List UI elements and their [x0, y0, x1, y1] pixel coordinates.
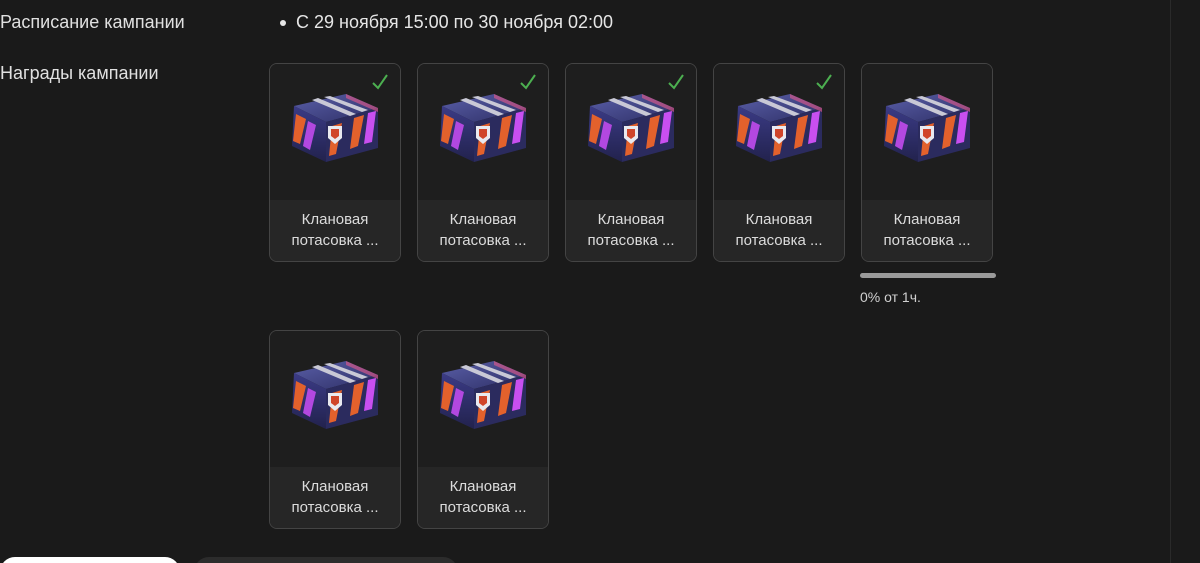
reward-subtitle: потасовка ...	[883, 232, 971, 249]
progress-bar	[860, 273, 996, 278]
campaign-page: Расписание кампании С 29 ноября 15:00 по…	[0, 0, 1200, 563]
bullet-icon	[280, 19, 286, 26]
schedule-label: Расписание кампании	[0, 12, 185, 32]
reward-title: Клановая	[449, 211, 517, 228]
reward-card[interactable]: Клановая потасовка ...	[417, 330, 549, 529]
reward-progress: 0% от 1ч.	[860, 273, 996, 305]
reward-card[interactable]: Клановая потасовка ...	[713, 63, 845, 262]
reward-subtitle: потасовка ...	[439, 499, 527, 516]
reward-subtitle: потасовка ...	[587, 232, 675, 249]
reward-card[interactable]: Клановая потасовка ...	[417, 63, 549, 262]
reward-subtitle: потасовка ...	[439, 232, 527, 249]
rewards-label: Награды кампании	[0, 63, 159, 83]
reward-caption: Клановая потасовка ...	[418, 467, 548, 528]
check-icon	[668, 74, 684, 90]
reward-title: Клановая	[301, 211, 369, 228]
secondary-action-button[interactable]	[194, 557, 458, 563]
reward-caption: Клановая потасовка ...	[862, 200, 992, 261]
primary-action-button[interactable]	[0, 557, 180, 563]
check-icon	[816, 74, 832, 90]
reward-card[interactable]: Клановая потасовка ...	[861, 63, 993, 262]
reward-caption: Клановая потасовка ...	[418, 200, 548, 261]
reward-chest-image	[270, 331, 400, 467]
check-icon	[520, 74, 536, 90]
reward-card[interactable]: Клановая потасовка ...	[565, 63, 697, 262]
reward-chest-image	[418, 331, 548, 467]
reward-card[interactable]: Клановая потасовка ...	[269, 63, 401, 262]
schedule-value: С 29 ноября 15:00 по 30 ноября 02:00	[296, 12, 614, 32]
reward-caption: Клановая потасовка ...	[714, 200, 844, 261]
reward-caption: Клановая потасовка ...	[270, 467, 400, 528]
reward-title: Клановая	[745, 211, 813, 228]
reward-title: Клановая	[597, 211, 665, 228]
reward-subtitle: потасовка ...	[735, 232, 823, 249]
scrollbar-divider	[1170, 0, 1171, 563]
reward-title: Клановая	[893, 211, 961, 228]
reward-subtitle: потасовка ...	[291, 499, 379, 516]
reward-title: Клановая	[301, 478, 369, 495]
check-icon	[372, 74, 388, 90]
reward-card[interactable]: Клановая потасовка ...	[269, 330, 401, 529]
reward-title: Клановая	[449, 478, 517, 495]
reward-caption: Клановая потасовка ...	[270, 200, 400, 261]
reward-chest-image	[862, 64, 992, 200]
reward-caption: Клановая потасовка ...	[566, 200, 696, 261]
progress-text: 0% от 1ч.	[860, 289, 921, 305]
reward-subtitle: потасовка ...	[291, 232, 379, 249]
schedule-item: С 29 ноября 15:00 по 30 ноября 02:00	[280, 12, 613, 33]
